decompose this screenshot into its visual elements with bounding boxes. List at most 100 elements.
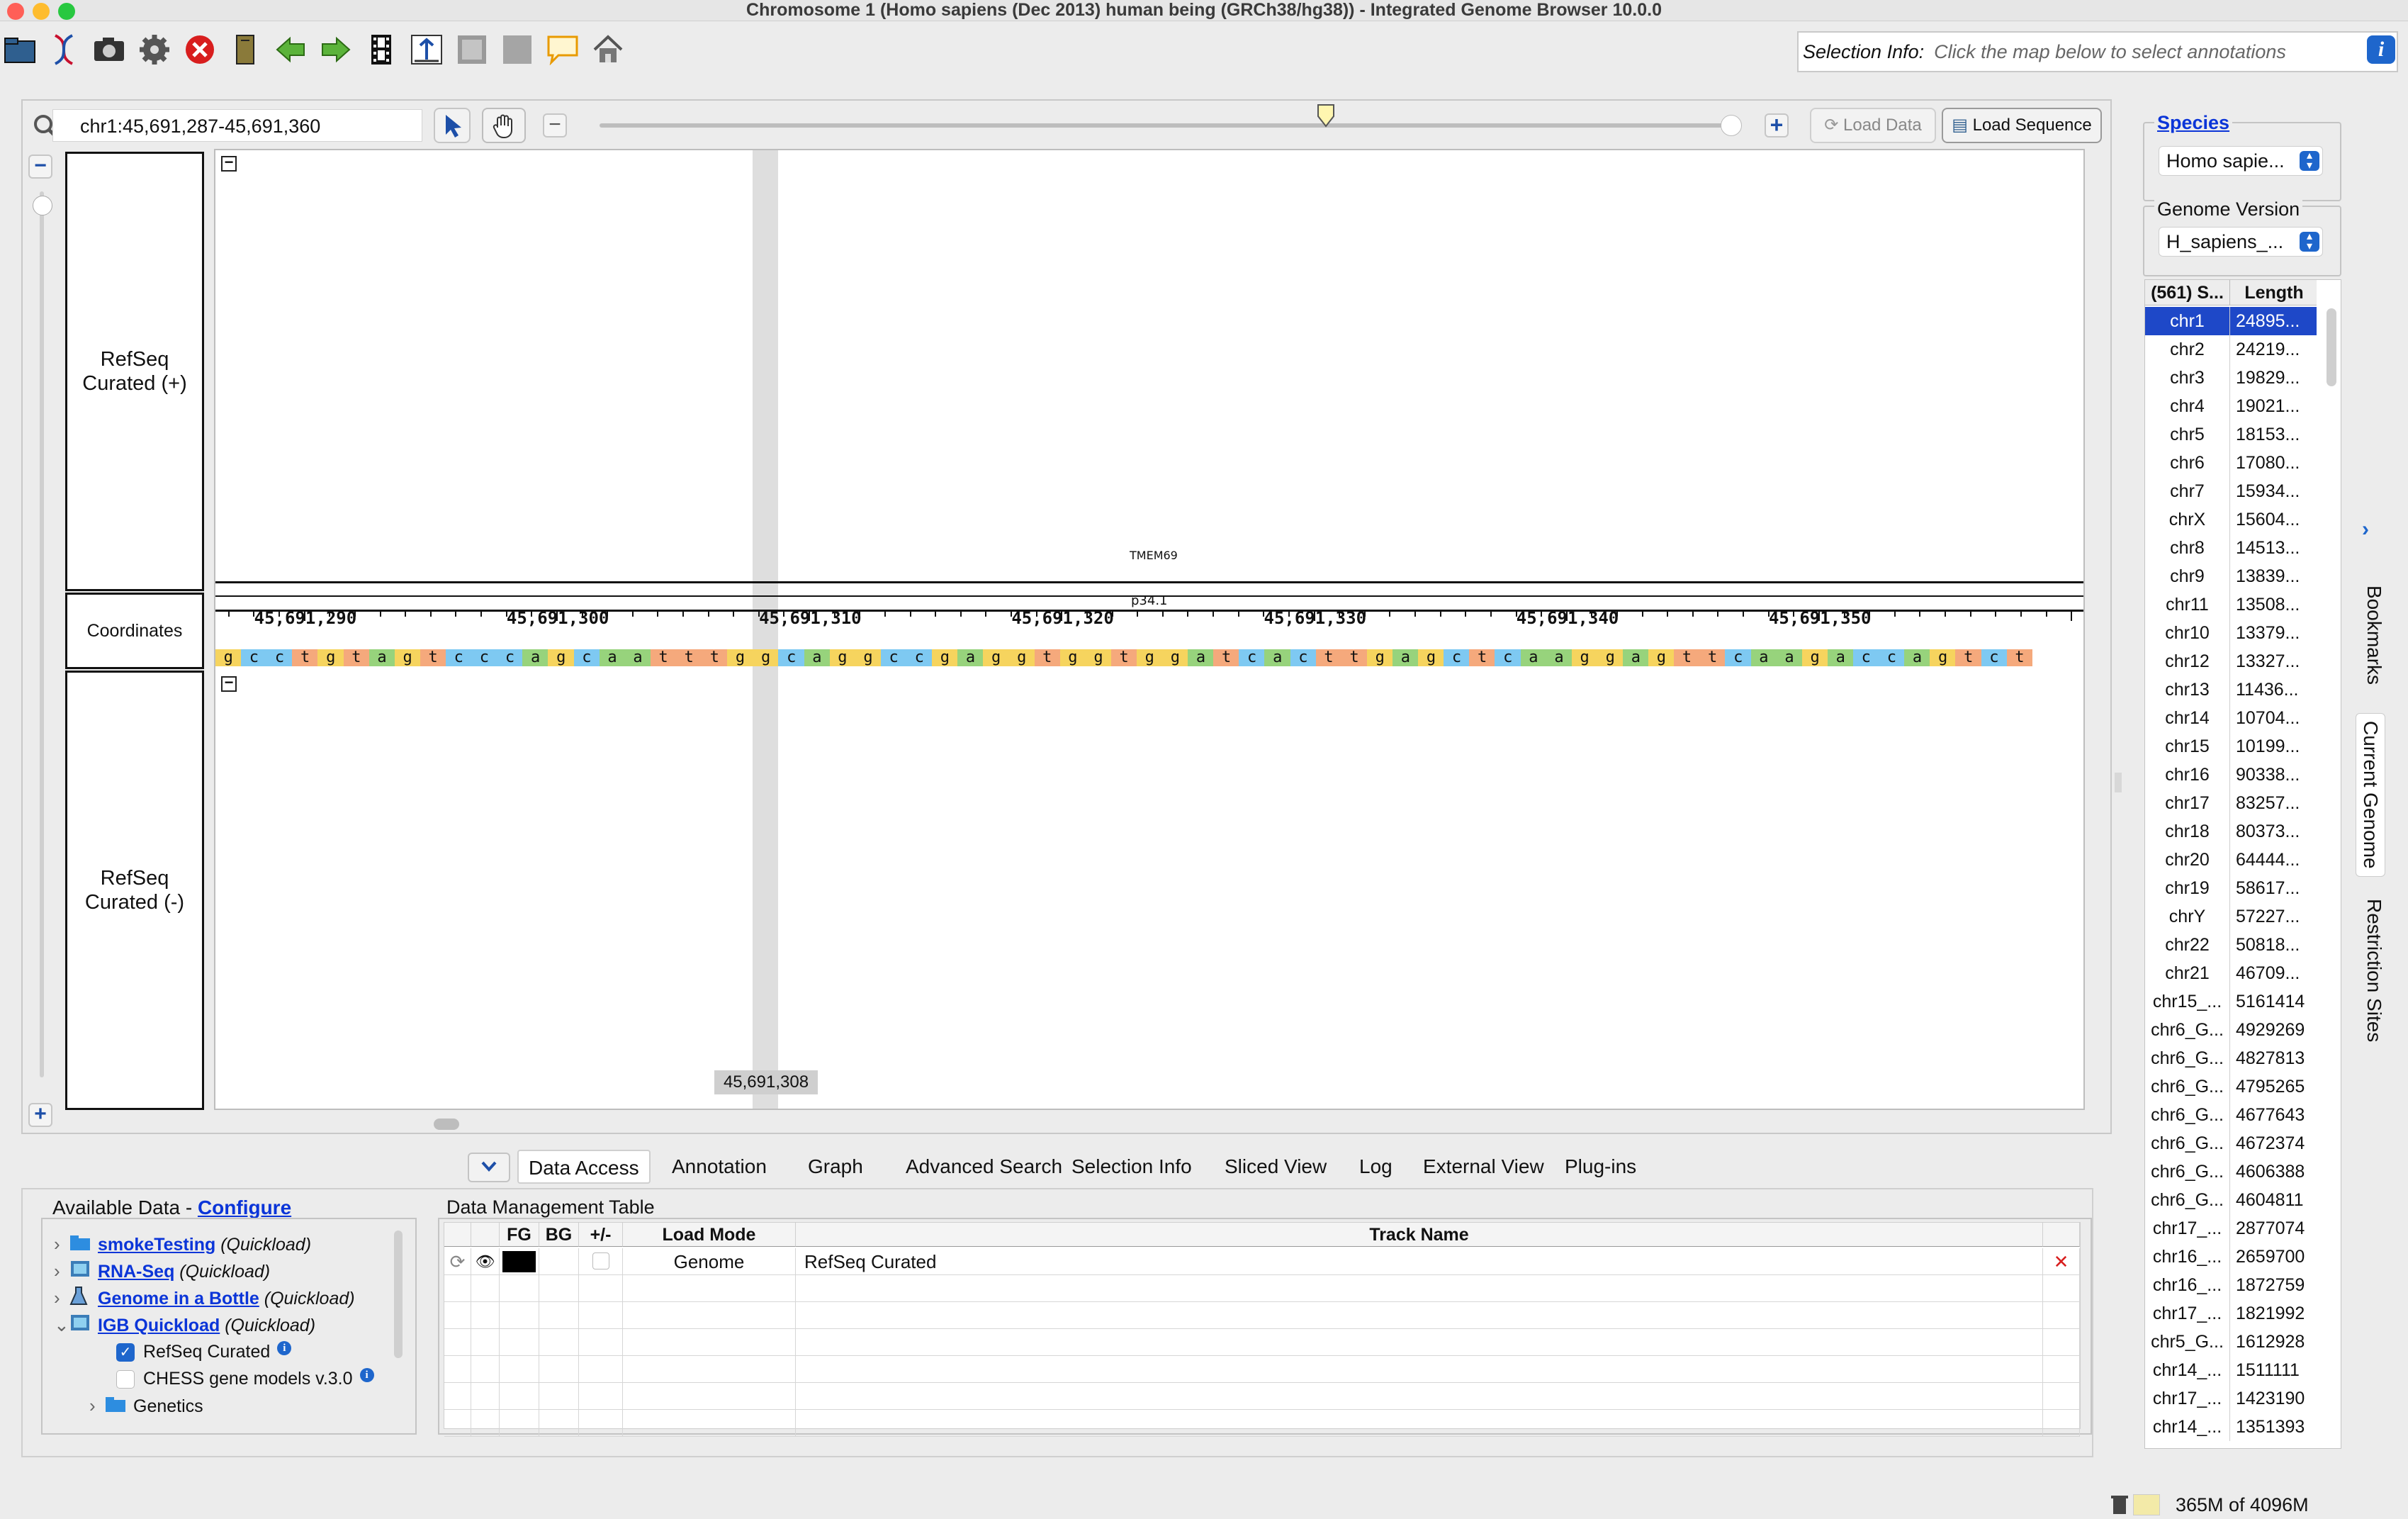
collapse-plus-track-button[interactable]: − bbox=[221, 155, 237, 172]
chromosome-row[interactable]: chr18 80373... bbox=[2145, 817, 2317, 846]
table-cell[interactable] bbox=[2043, 1275, 2080, 1302]
species-select[interactable]: Homo sapie... ▴ ▾ bbox=[2159, 146, 2323, 176]
chromosome-row[interactable]: chr15 10199... bbox=[2145, 732, 2317, 761]
collapse-minus-track-button[interactable]: − bbox=[221, 675, 237, 692]
zoom-slider-thumb[interactable] bbox=[1317, 103, 1335, 129]
chromosome-row[interactable]: chr16_... 2659700 bbox=[2145, 1243, 2317, 1271]
vertical-zoom-in-button[interactable]: + bbox=[28, 1103, 52, 1127]
genome-version-select[interactable]: H_sapiens_... ▴ ▾ bbox=[2159, 227, 2323, 257]
genome-canvas[interactable]: − − TMEM69 p34.1 45,691,290 45,691,300 45,… bbox=[214, 149, 2085, 1110]
tab-data-access[interactable]: Data Access bbox=[517, 1150, 651, 1184]
track-label-minus[interactable]: RefSeq Curated (-) bbox=[65, 671, 204, 1110]
delete-track-icon[interactable]: ✕ bbox=[2043, 1248, 2080, 1275]
table-cell[interactable] bbox=[539, 1383, 579, 1410]
tree-item[interactable]: › Genome in a Bottle (Quickload) bbox=[54, 1284, 355, 1311]
table-column-header[interactable]: FG bbox=[500, 1223, 539, 1247]
tree-item[interactable]: › RNA-Seq (Quickload) bbox=[54, 1257, 270, 1284]
chromosome-row[interactable]: chr4 19021... bbox=[2145, 392, 2317, 420]
tab-plug-ins[interactable]: Plug-ins bbox=[1555, 1150, 1646, 1184]
table-cell[interactable] bbox=[796, 1410, 2043, 1437]
table-cell[interactable] bbox=[2043, 1329, 2080, 1356]
chromosome-row[interactable]: chr7 15934... bbox=[2145, 477, 2317, 505]
table-cell[interactable] bbox=[623, 1356, 796, 1383]
zoom-slider-track[interactable] bbox=[600, 123, 1733, 128]
chromosome-row[interactable]: chr6_G... 4929269 bbox=[2145, 1016, 2317, 1044]
track-checkbox[interactable] bbox=[116, 1370, 135, 1389]
eye-icon[interactable]: 👁 bbox=[471, 1248, 500, 1275]
table-cell[interactable] bbox=[539, 1302, 579, 1329]
chromosome-row[interactable]: chr2 24219... bbox=[2145, 335, 2317, 364]
selection-info-field[interactable]: Selection Info: Click the map below to se… bbox=[1797, 31, 2398, 72]
chromosome-row[interactable]: chr6_G... 4672374 bbox=[2145, 1129, 2317, 1158]
table-cell[interactable] bbox=[623, 1302, 796, 1329]
table-cell[interactable] bbox=[444, 1410, 471, 1437]
table-cell[interactable] bbox=[539, 1410, 579, 1437]
fit-icon[interactable] bbox=[407, 30, 446, 69]
table-cell[interactable] bbox=[471, 1356, 500, 1383]
tree-item-link[interactable]: Genome in a Bottle bbox=[98, 1289, 259, 1308]
location-input[interactable]: chr1:45,691,287-45,691,360 bbox=[52, 109, 422, 142]
table-cell[interactable] bbox=[539, 1275, 579, 1302]
table-cell[interactable] bbox=[579, 1329, 623, 1356]
table-cell[interactable] bbox=[500, 1302, 539, 1329]
tab-selection-info[interactable]: Selection Info bbox=[1062, 1150, 1202, 1184]
chromosome-row[interactable]: chr6_G... 4606388 bbox=[2145, 1158, 2317, 1186]
gray-square-icon[interactable] bbox=[452, 30, 492, 69]
table-column-header[interactable]: BG bbox=[539, 1223, 579, 1247]
table-cell[interactable] bbox=[623, 1410, 796, 1437]
chromosome-row[interactable]: chr17 83257... bbox=[2145, 789, 2317, 817]
load-sequence-button[interactable]: ▤ Load Sequence bbox=[1942, 108, 2102, 143]
table-column-header[interactable] bbox=[2043, 1223, 2080, 1247]
info-icon[interactable]: i bbox=[2367, 35, 2395, 64]
tab-bookmarks[interactable]: Bookmarks bbox=[2363, 585, 2385, 685]
zoom-in-button[interactable]: + bbox=[1765, 113, 1789, 138]
chromosome-row[interactable]: chr15_... 5161414 bbox=[2145, 987, 2317, 1016]
column-header-sequence[interactable]: (561) S... bbox=[2145, 280, 2230, 306]
table-cell[interactable] bbox=[579, 1410, 623, 1437]
vertical-zoom-slider[interactable] bbox=[40, 191, 44, 1077]
camera-icon[interactable] bbox=[89, 30, 129, 69]
tab-annotation[interactable]: Annotation bbox=[662, 1150, 777, 1184]
trash-icon[interactable] bbox=[2109, 1493, 2130, 1515]
column-header-length[interactable]: Length bbox=[2232, 280, 2317, 306]
tree-scrollbar[interactable] bbox=[394, 1231, 403, 1358]
chromosome-row[interactable]: chrY 57227... bbox=[2145, 902, 2317, 931]
chromosome-row[interactable]: chr12 13327... bbox=[2145, 647, 2317, 676]
track-label-plus[interactable]: RefSeq Curated (+) bbox=[65, 152, 204, 591]
chromosome-row[interactable]: chr11 13508... bbox=[2145, 590, 2317, 619]
tree-item-link[interactable]: RNA-Seq bbox=[98, 1262, 174, 1282]
chevron-down-icon[interactable]: ⌄ bbox=[54, 1311, 69, 1338]
table-cell[interactable] bbox=[444, 1302, 471, 1329]
table-cell[interactable] bbox=[444, 1356, 471, 1383]
table-cell[interactable] bbox=[539, 1356, 579, 1383]
tree-child-item[interactable]: CHESS gene models v.3.0 i bbox=[116, 1365, 374, 1392]
table-cell[interactable] bbox=[796, 1356, 2043, 1383]
chromosome-row[interactable]: chr1 24895... bbox=[2145, 307, 2317, 335]
table-cell[interactable] bbox=[471, 1302, 500, 1329]
chromosome-row[interactable]: chr22 50818... bbox=[2145, 931, 2317, 959]
table-cell[interactable] bbox=[579, 1302, 623, 1329]
chromosome-row[interactable]: chr8 14513... bbox=[2145, 534, 2317, 562]
table-cell[interactable] bbox=[500, 1383, 539, 1410]
chromosome-row[interactable]: chr14_... 1511111 bbox=[2145, 1356, 2317, 1384]
table-cell[interactable] bbox=[2043, 1302, 2080, 1329]
back-arrow-icon[interactable] bbox=[271, 30, 310, 69]
chromosome-row[interactable]: chr5 18153... bbox=[2145, 420, 2317, 449]
chevron-right-icon[interactable]: › bbox=[54, 1231, 69, 1257]
configure-link[interactable]: Configure bbox=[198, 1196, 291, 1218]
zoom-out-button[interactable]: − bbox=[543, 113, 567, 138]
chromosome-row[interactable]: chr19 58617... bbox=[2145, 874, 2317, 902]
chromosome-row[interactable]: chr16 90338... bbox=[2145, 761, 2317, 789]
table-column-header[interactable]: +/- bbox=[579, 1223, 623, 1247]
table-cell[interactable] bbox=[796, 1329, 2043, 1356]
chromosome-row[interactable]: chr17_... 1821992 bbox=[2145, 1299, 2317, 1328]
forward-arrow-icon[interactable] bbox=[316, 30, 356, 69]
chromosome-row[interactable]: chr14_... 1351393 bbox=[2145, 1413, 2317, 1441]
chromosome-row[interactable]: chr13 11436... bbox=[2145, 676, 2317, 704]
chromosome-row[interactable]: chr6_G... 4795265 bbox=[2145, 1072, 2317, 1101]
chromosome-row[interactable]: chr9 13839... bbox=[2145, 562, 2317, 590]
table-cell[interactable] bbox=[2043, 1356, 2080, 1383]
chromosome-row[interactable]: chr10 13379... bbox=[2145, 619, 2317, 647]
table-cell[interactable] bbox=[444, 1383, 471, 1410]
table-cell[interactable] bbox=[623, 1275, 796, 1302]
